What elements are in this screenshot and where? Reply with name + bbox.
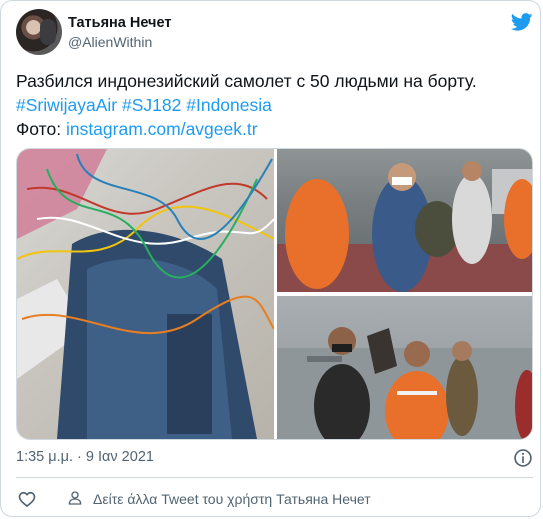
photo-wreckage-jeans-illustration — [17, 149, 274, 439]
hashtag-line: #SriwijayaAir #SJ182 #Indonesia — [16, 93, 531, 117]
photo-rescuers-boat[interactable] — [277, 149, 532, 292]
tweet-text-line: Разбился индонезийский самолет с 50 людь… — [16, 71, 477, 91]
photo-rescuers-boat-illustration — [277, 161, 532, 292]
author-name[interactable]: Татьяна Нечет — [68, 15, 171, 31]
user-icon[interactable] — [67, 490, 83, 506]
heart-icon[interactable] — [17, 489, 37, 509]
twitter-bird-icon[interactable] — [509, 11, 535, 33]
photo-officials-debris[interactable] — [277, 296, 532, 439]
more-tweets-link[interactable]: Δείτε άλλα Tweet του χρήστη Татьяна Нече… — [93, 491, 371, 507]
tweet-timestamp[interactable]: 1:35 μ.μ. · 9 Ιαν 2021 — [16, 449, 154, 465]
author-handle[interactable]: @AlienWithin — [68, 34, 152, 50]
divider — [16, 477, 533, 478]
photo-label: Фото: — [16, 119, 62, 139]
tweet-text: Разбился индонезийский самолет с 50 людь… — [16, 69, 531, 141]
hashtag-indonesia[interactable]: #Indonesia — [186, 95, 272, 115]
tweet-card: Татьяна Нечет @AlienWithin Разбился индо… — [0, 0, 541, 517]
photo-officials-debris-illustration — [277, 327, 532, 439]
photo-credit-line: Фото: instagram.com/avgeek.tr — [16, 117, 531, 141]
avatar[interactable] — [16, 9, 62, 55]
info-icon[interactable] — [513, 448, 533, 468]
hashtag-sriwijayaair[interactable]: #SriwijayaAir — [16, 95, 117, 115]
photo-source-link[interactable]: instagram.com/avgeek.tr — [66, 119, 258, 139]
hashtag-sj182[interactable]: #SJ182 — [122, 95, 181, 115]
photo-wreckage-jeans[interactable] — [17, 149, 274, 439]
photo-grid — [16, 148, 533, 440]
